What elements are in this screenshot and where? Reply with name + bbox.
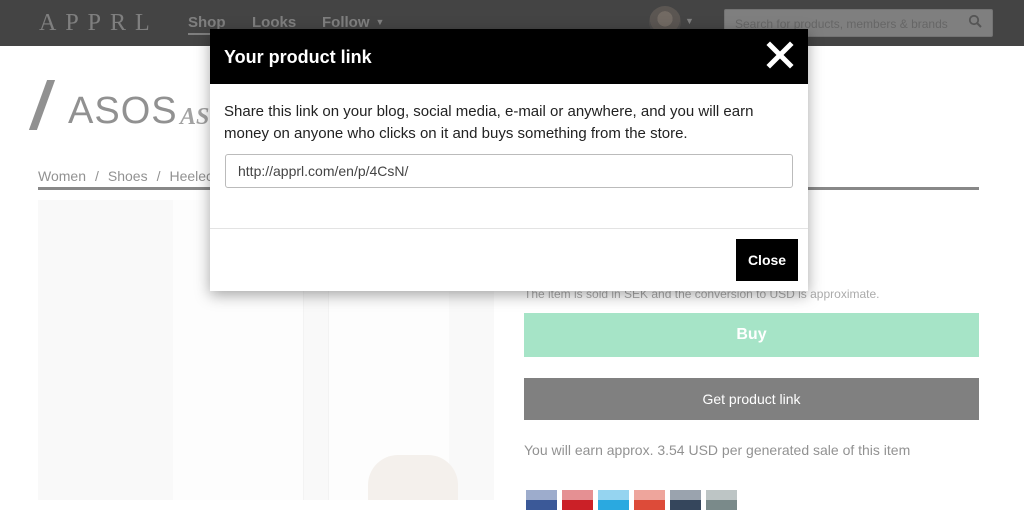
close-button[interactable]: Close [736, 239, 798, 281]
close-x-icon[interactable] [764, 39, 796, 71]
modal-description: Share this link on your blog, social med… [224, 103, 754, 142]
modal-footer-divider [210, 228, 808, 229]
modal-header: Your product link [210, 29, 808, 84]
product-link-field[interactable] [225, 154, 793, 188]
product-link-modal: Your product link Share this link on you… [210, 29, 808, 291]
modal-title: Your product link [224, 47, 372, 67]
